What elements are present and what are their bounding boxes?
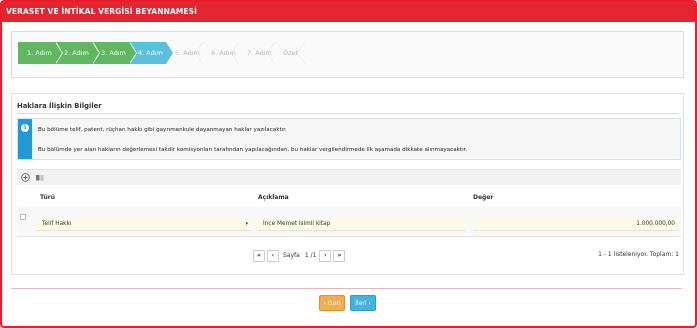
window-title: VERASET VE İNTİKAL VERGİSİ BEYANNAMESİ (2, 2, 695, 22)
declaration-window: VERASET VE İNTİKAL VERGİSİ BEYANNAMESİ 1… (0, 0, 697, 328)
page-indicator: 1 /1 (304, 252, 317, 259)
page-label: Sayfa (283, 252, 300, 259)
grid-header: Türü Açıklama Değer (17, 193, 681, 205)
wizard-step-summary[interactable]: Özet (274, 42, 305, 64)
column-header-value[interactable]: Değer (473, 194, 493, 201)
section-divider (17, 113, 678, 114)
info-alert: i Bu bölüme telif, patent, rüçhan hakkı … (17, 118, 681, 160)
back-button[interactable]: ‹ Geri (319, 295, 345, 311)
alert-icon-bar: i (18, 119, 32, 159)
wizard-step-6[interactable]: 6. Adım (202, 42, 239, 64)
first-page-button[interactable]: « (253, 249, 265, 262)
type-select[interactable]: Telif Hakkı ▾ (36, 218, 252, 231)
type-select-value: Telif Hakkı (42, 221, 72, 227)
wizard-step-7[interactable]: 7. Adım (238, 42, 275, 64)
column-header-type[interactable]: Türü (40, 194, 55, 201)
section-title: Haklara İlişkin Bilgiler (17, 102, 102, 110)
description-field[interactable]: İnce Memet isimli kitap (257, 218, 465, 231)
value-field[interactable]: 1.000.000,00 (473, 218, 678, 231)
row-checkbox[interactable] (20, 214, 26, 220)
pager: « ‹ Sayfa 1 /1 › » (253, 249, 347, 262)
alert-line-1: Bu bölüme telif, patent, rüçhan hakkı gi… (38, 127, 287, 133)
caret-down-icon: ▾ (245, 221, 248, 227)
next-button[interactable]: İleri › (350, 295, 376, 311)
wizard-panel: 1. Adım 2. Adım 3. Adım 4. Adım 5. Adım … (11, 31, 684, 78)
pager-summary: 1 - 1 listeleniyor. Toplam: 1 (598, 251, 679, 258)
edit-list-icon[interactable] (35, 173, 44, 182)
last-page-button[interactable]: » (333, 249, 346, 262)
column-header-description[interactable]: Açıklama (258, 194, 289, 201)
info-icon: i (21, 124, 29, 132)
plus-circle-icon[interactable] (21, 173, 30, 182)
rights-section: Haklara İlişkin Bilgiler i Bu bölüme tel… (11, 93, 684, 275)
alert-line-2: Bu bölümde yer alan hakların değerlemesi… (38, 147, 468, 153)
next-page-button[interactable]: › (319, 249, 332, 262)
prev-page-button[interactable]: ‹ (267, 249, 279, 262)
grid-toolbar (17, 169, 681, 185)
table-row: Telif Hakkı ▾ İnce Memet isimli kitap 1.… (17, 207, 681, 237)
wizard-step-1[interactable]: 1. Adım (18, 42, 63, 64)
wizard-steps: 1. Adım 2. Adım 3. Adım 4. Adım 5. Adım … (18, 42, 305, 64)
footer-divider (11, 288, 682, 289)
